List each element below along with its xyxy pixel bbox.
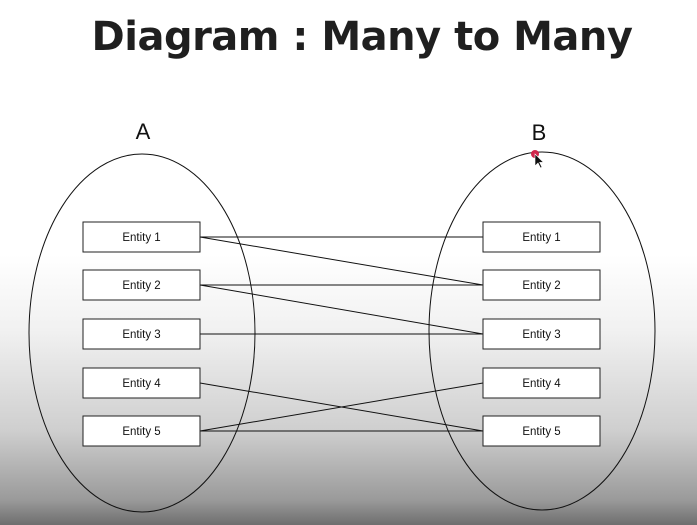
entity-label: Entity 3 xyxy=(122,329,160,341)
set_a-entity-3: Entity 3 xyxy=(82,318,201,350)
set_b-entity-1: Entity 1 xyxy=(482,221,601,253)
entity-label: Entity 2 xyxy=(122,280,160,292)
set-a-label: A xyxy=(136,119,151,144)
entity-label: Entity 5 xyxy=(122,426,160,438)
set_a-entity-2: Entity 2 xyxy=(82,269,201,301)
mouse-cursor xyxy=(531,150,545,169)
set-b-label: B xyxy=(532,120,547,145)
many-to-many-diagram: A B Entity 1Entity 2Entity 3Entity 4Enti… xyxy=(28,119,656,513)
entity-label: Entity 3 xyxy=(522,329,560,341)
set_b-entity-4: Entity 4 xyxy=(482,367,601,399)
set-b-entities: Entity 1 Entity 2 Entity 3 Entity 4 Entity 5 xyxy=(482,221,601,447)
set_a-entity-5: Entity 5 xyxy=(82,415,201,447)
set_b-entity-3: Entity 3 xyxy=(482,318,601,350)
set_b-entity-5: Entity 5 xyxy=(482,415,601,447)
entity-label: Entity 1 xyxy=(522,232,560,244)
relationship-line-a1-b2 xyxy=(199,236,484,286)
pointer-icon xyxy=(534,153,545,169)
entity-label: Entity 5 xyxy=(522,426,560,438)
entity-label: Entity 1 xyxy=(122,232,160,244)
set_a-entity-4: Entity 4 xyxy=(82,367,201,399)
relationship-line-a2-b3 xyxy=(199,284,484,335)
relationship-lines xyxy=(199,236,484,432)
entity-label: Entity 4 xyxy=(522,378,561,390)
set_a-entity-1: Entity 1 xyxy=(82,221,201,253)
set-a-entities: Entity 1 Entity 2 Entity 3 Entity 4 Entity 5 xyxy=(82,221,201,447)
set_b-entity-2: Entity 2 xyxy=(482,269,601,301)
entity-label: Entity 2 xyxy=(522,280,560,292)
entity-label: Entity 4 xyxy=(122,378,161,390)
